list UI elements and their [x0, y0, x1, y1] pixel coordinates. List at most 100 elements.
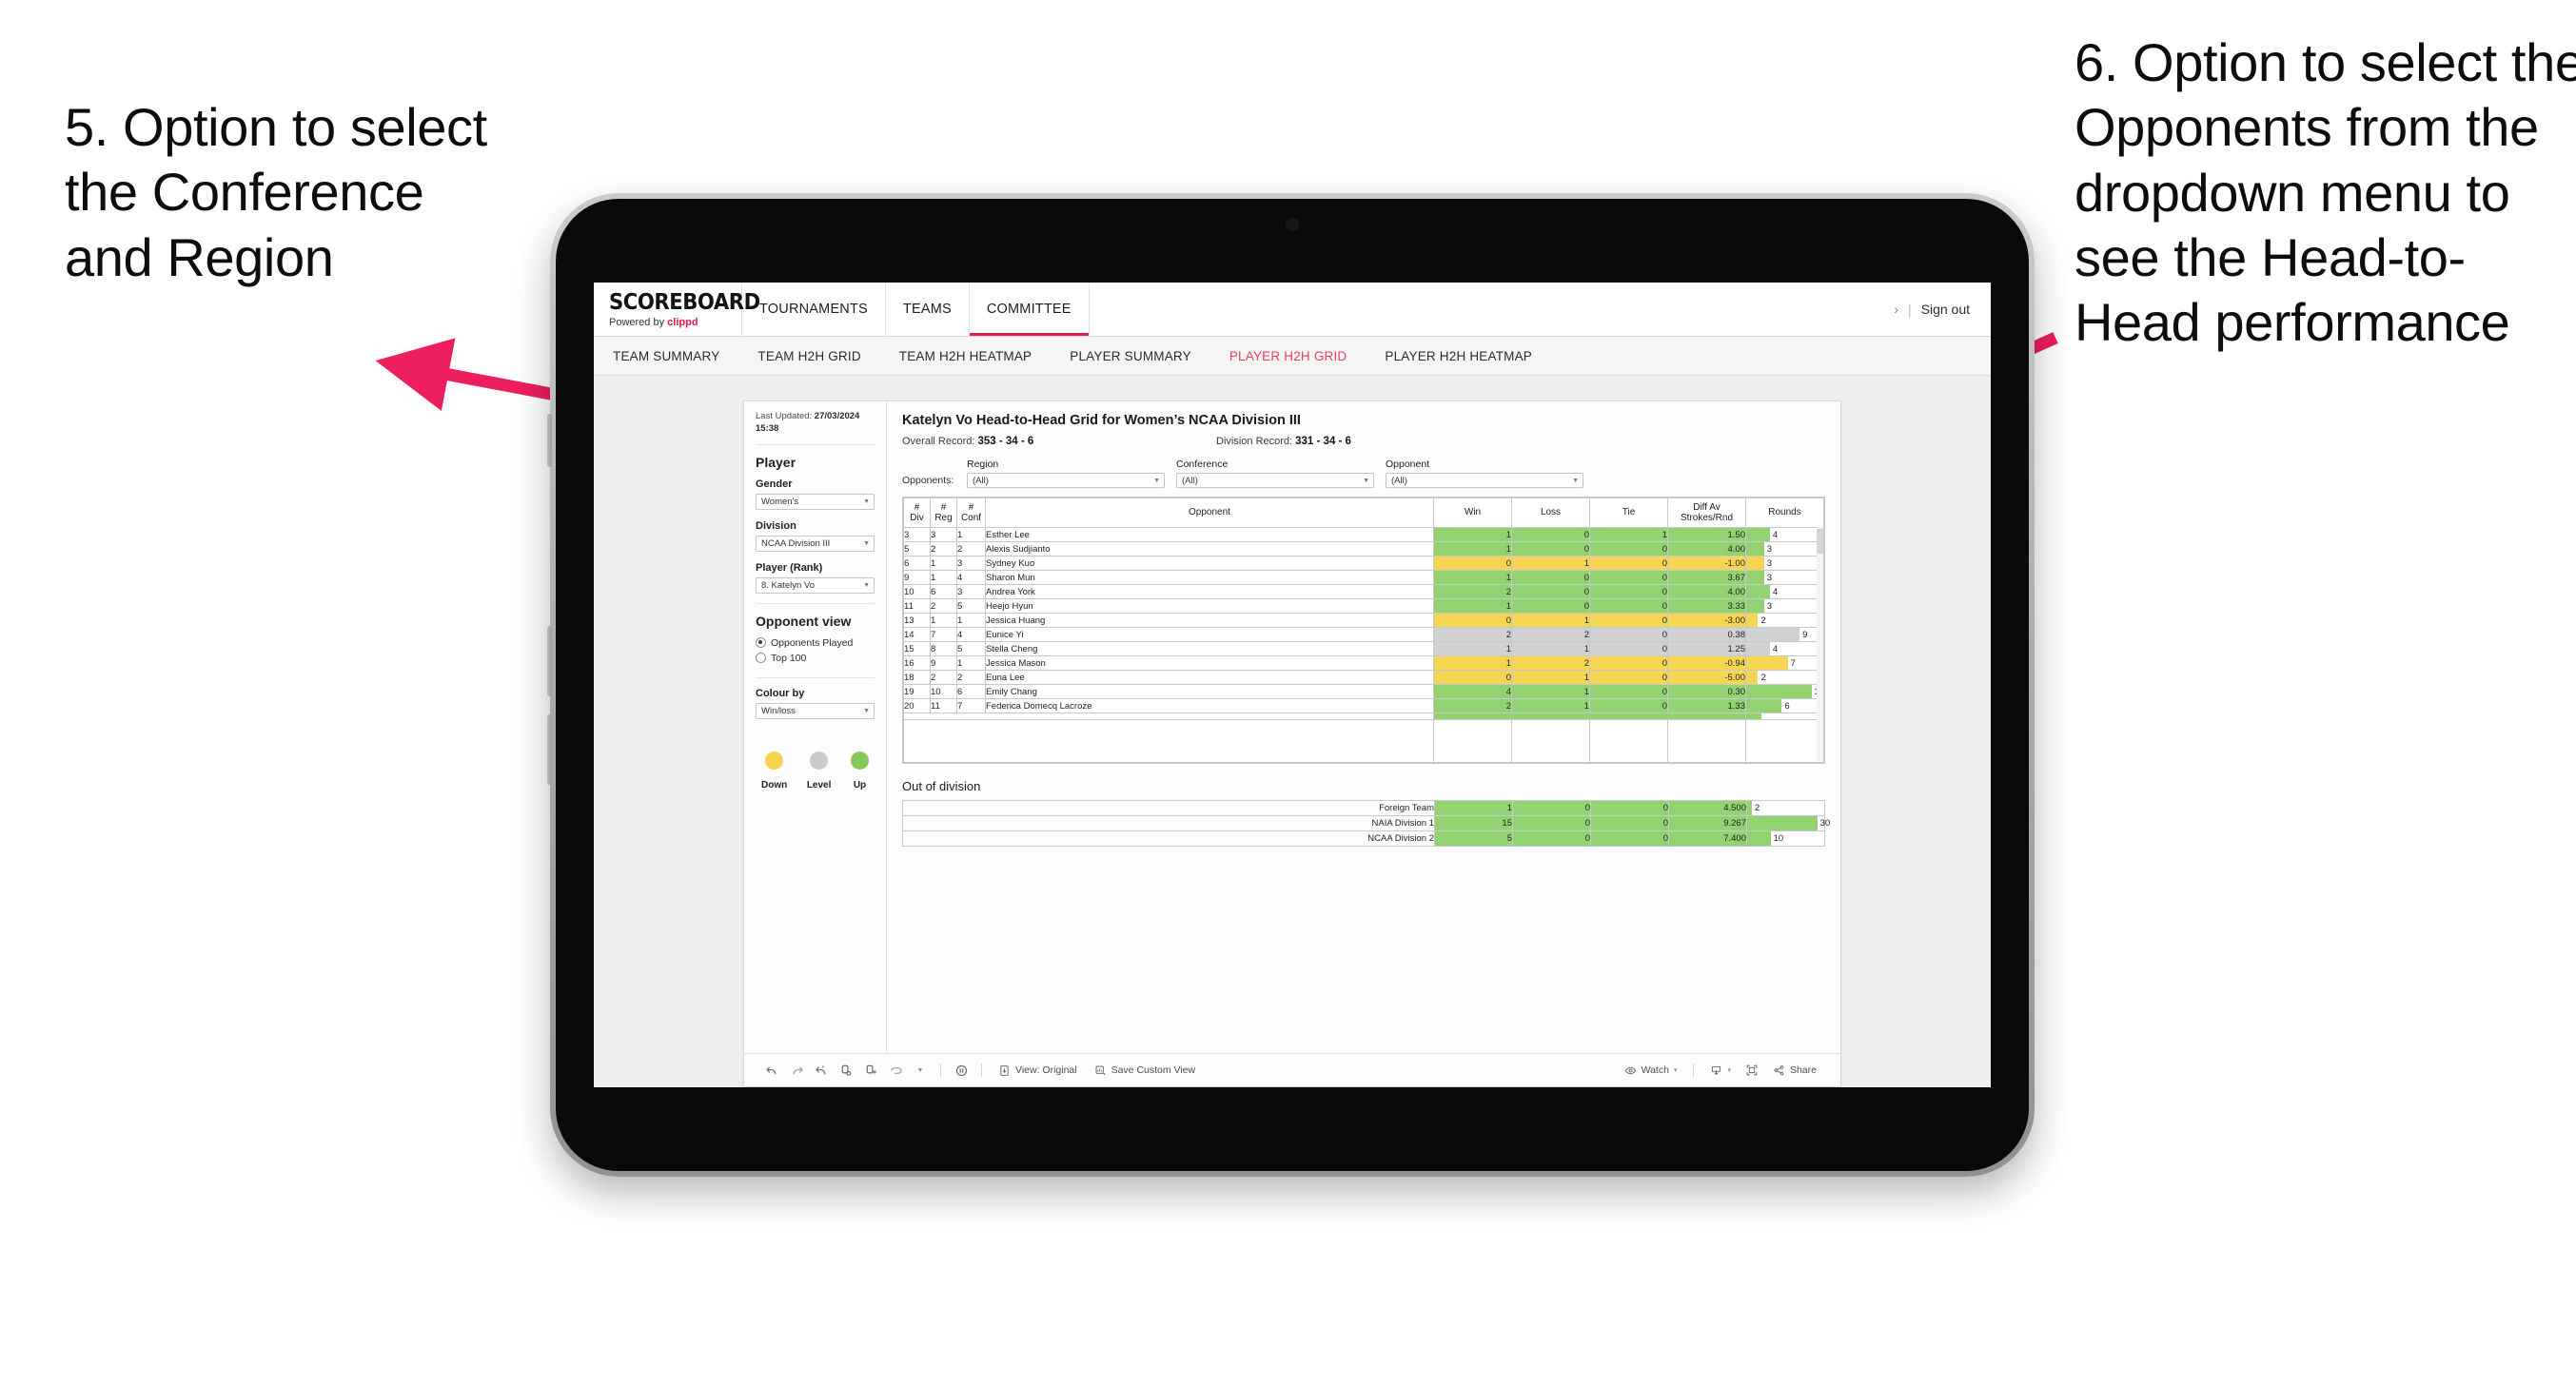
cell-conf: 6 [956, 684, 986, 699]
table-row[interactable]: 3 3 1 Esther Lee 1 0 1 1.50 4 [903, 527, 1824, 542]
column-header[interactable]: Opponent [985, 498, 1434, 528]
cell-loss: 1 [1511, 684, 1590, 699]
legend-item-up: Up [850, 751, 869, 791]
nav-item-teams[interactable]: TEAMS [886, 283, 970, 336]
column-header[interactable]: # Div [903, 498, 931, 528]
radio-top-100[interactable]: Top 100 [756, 653, 875, 664]
out-of-division-row[interactable]: NCAA Division 2 5 0 0 7.400 10 [902, 830, 1825, 847]
out-of-division-row[interactable]: NAIA Division 1 15 0 0 9.267 30 [902, 815, 1830, 831]
division-select[interactable]: NCAA Division III ▼ [756, 535, 875, 552]
column-header[interactable]: # Conf [956, 498, 986, 528]
conference-filter: Conference (All) ▼ [1176, 459, 1374, 488]
table-row[interactable]: 16 9 1 Jessica Mason 1 2 0 -0.94 7 [903, 655, 1824, 671]
tab-player-h2h-grid[interactable]: PLAYER H2H GRID [1229, 349, 1347, 363]
cell-tie: 0 [1589, 627, 1668, 642]
table-row[interactable]: 15 8 5 Stella Cheng 1 1 0 1.25 4 [903, 641, 1824, 656]
radio-opponents-played-label: Opponents Played [771, 636, 854, 649]
radio-opponents-played[interactable]: Opponents Played [756, 637, 875, 649]
table-empty-rows [903, 719, 1824, 763]
table-row[interactable]: 9 1 4 Sharon Mun 1 0 0 3.67 3 [903, 570, 1824, 585]
download-button[interactable]: ▾ [1701, 1054, 1740, 1086]
nav-item-committee[interactable]: COMMITTEE [969, 283, 1090, 336]
h2h-grid-table: # Div # Reg # Conf Opponent Win Loss Tie Diff Av St… [903, 498, 1824, 763]
table-row[interactable]: 20 11 7 Federica Domecq Lacroze 2 1 0 1.33 6 [903, 698, 1824, 713]
column-header[interactable]: Tie [1589, 498, 1668, 528]
opponent-view-group: Opponent view Opponents Played Top 100 [756, 604, 875, 678]
cell-loss: 1 [1511, 698, 1590, 713]
table-row[interactable]: 6 1 3 Sydney Kuo 0 1 0 -1.00 3 [903, 556, 1824, 571]
undo-icon[interactable] [759, 1054, 784, 1086]
cell-conf: 5 [956, 641, 986, 656]
share-button[interactable]: Share [1764, 1054, 1825, 1086]
conference-label: Conference [1176, 459, 1229, 470]
nav-item-tournaments[interactable]: TOURNAMENTS [742, 283, 886, 336]
cell-tie: 0 [1589, 698, 1668, 713]
pause-icon[interactable] [858, 1054, 883, 1086]
out-of-division-body: Foreign Team 1 0 0 4.500 2 NAIA Division 1 15 0 0… [902, 800, 1830, 847]
pause-auto-update-icon[interactable] [949, 1054, 973, 1086]
tab-player-summary[interactable]: PLAYER SUMMARY [1070, 349, 1191, 363]
brand-logo[interactable]: SCOREBOARD Powered by clippd [594, 283, 760, 336]
player-rank-select[interactable]: 8. Katelyn Vo ▼ [756, 576, 875, 594]
column-header[interactable]: Diff Av Strokes/Rnd [1667, 498, 1746, 528]
legend-label-down: Down [761, 779, 788, 791]
tab-team-summary[interactable]: TEAM SUMMARY [613, 349, 719, 363]
column-header[interactable]: Loss [1511, 498, 1590, 528]
cell-reg: 9 [930, 655, 957, 671]
cell-reg: 1 [930, 556, 957, 571]
vertical-scrollbar[interactable] [1817, 527, 1823, 762]
column-header[interactable]: Rounds [1745, 498, 1824, 528]
opponent-select[interactable]: (All) ▼ [1386, 473, 1583, 488]
refresh-icon[interactable] [834, 1054, 858, 1086]
redo-icon[interactable] [784, 1054, 809, 1086]
colour-by-select[interactable]: Win/loss ▼ [756, 702, 875, 719]
watch-button[interactable]: Watch ▾ [1616, 1054, 1686, 1086]
cell-reg: 3 [930, 527, 957, 542]
table-row[interactable]: 18 2 2 Euna Lee 0 1 0 -5.00 2 [903, 670, 1824, 685]
table-row-partial [903, 713, 1824, 720]
column-header[interactable]: Win [1433, 498, 1512, 528]
cell-win: 4 [1433, 684, 1512, 699]
cell-win: 2 [1433, 627, 1512, 642]
scrollbar-thumb[interactable] [1817, 529, 1823, 554]
table-row[interactable]: 10 6 3 Andrea York 2 0 0 4.00 4 [903, 584, 1824, 599]
table-row[interactable]: 11 2 5 Heejo Hyun 1 0 0 3.33 3 [903, 598, 1824, 614]
conference-select[interactable]: (All) ▼ [1176, 473, 1374, 488]
tab-team-h2h-grid[interactable]: TEAM H2H GRID [757, 349, 860, 363]
tablet-side-button-top [547, 414, 552, 467]
cell-rounds: 4 [1745, 584, 1824, 599]
opponent-value: (All) [1391, 475, 1407, 486]
chevron-right-icon[interactable]: › [1894, 302, 1898, 317]
column-header[interactable]: # Reg [930, 498, 957, 528]
view-original-label: View: Original [1015, 1064, 1077, 1076]
save-custom-view-button[interactable]: Save Custom View [1086, 1054, 1205, 1086]
tab-player-h2h-heatmap[interactable]: PLAYER H2H HEATMAP [1385, 349, 1532, 363]
loop-icon[interactable] [883, 1054, 908, 1086]
cell-diff: 9.267 [1668, 815, 1747, 831]
out-of-division-row[interactable]: Foreign Team 1 0 0 4.500 2 [902, 800, 1825, 816]
cell-loss: 0 [1511, 541, 1590, 556]
tablet-side-button-mid [547, 626, 552, 696]
table-row[interactable]: 5 2 2 Alexis Sudjianto 1 0 0 4.00 3 [903, 541, 1824, 556]
cell-div: 13 [903, 613, 931, 628]
tab-team-h2h-heatmap[interactable]: TEAM H2H HEATMAP [899, 349, 1032, 363]
revert-icon[interactable] [809, 1054, 834, 1086]
cell-tie: 0 [1589, 641, 1668, 656]
table-row[interactable]: 14 7 4 Eunice Yi 2 2 0 0.38 9 [903, 627, 1824, 642]
loop-caret-icon[interactable]: ▼ [908, 1054, 933, 1086]
cell-conf: 2 [956, 670, 986, 685]
view-original-button[interactable]: View: Original [990, 1054, 1086, 1086]
table-row[interactable]: 13 1 1 Jessica Huang 0 1 0 -3.00 2 [903, 613, 1824, 628]
legend-item-level: Level [807, 751, 831, 791]
bottom-toolbar: ▼ View: Original Save Custom View Watch … [744, 1053, 1840, 1086]
cell-conf: 1 [956, 655, 986, 671]
region-select[interactable]: (All) ▼ [967, 473, 1165, 488]
fullscreen-icon[interactable] [1740, 1054, 1764, 1086]
legend-dot-level [810, 751, 829, 770]
sign-out-link[interactable]: Sign out [1921, 302, 1970, 317]
cell-rounds: 11 [1745, 684, 1824, 699]
grid-body: 3 3 1 Esther Lee 1 0 1 1.50 4 5 2 2 Alexis Sudjianto… [903, 527, 1824, 763]
cell-div: 11 [903, 598, 931, 614]
gender-select[interactable]: Women's ▼ [756, 493, 875, 510]
table-row[interactable]: 19106Emily Chang4100.3011 [903, 684, 1824, 699]
